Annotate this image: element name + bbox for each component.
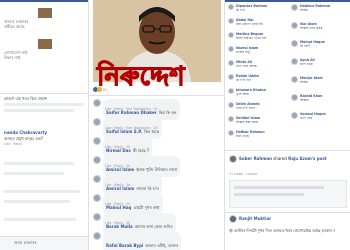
avatar[interactable] [93,118,101,126]
text-placeholder [4,218,76,221]
avatar[interactable] [228,60,234,66]
snippet-text: উদ্ধাৰ নাই [4,55,21,60]
avatar[interactable] [291,112,298,119]
avatar[interactable] [93,194,101,202]
divider [225,150,350,151]
post-text: 😢 আজিৰ দিনটো দুখৰ দিন। অসমত খবৰ নোপোৱাকৈ… [229,228,335,233]
comment-actions[interactable]: Like · Reply · 2h [105,221,215,225]
header-bar [0,0,88,2]
comment-actions[interactable]: Like · Reply · 2h [105,164,215,168]
divider [89,95,224,96]
avatar[interactable] [291,22,298,29]
avatar[interactable] [228,18,234,24]
comment-text: কি হল? [300,44,310,48]
avatar[interactable] [93,99,101,107]
post-author[interactable]: Ranjit Muktiar [239,216,339,221]
text-placeholder [234,193,304,196]
comment-text: আল্লাহ ৰক্ষা কৰক [236,120,259,124]
comment-text: ভাল খবৰ আহক [236,64,257,68]
avatar[interactable] [291,4,298,11]
avatar[interactable] [93,175,101,183]
avatar[interactable] [228,88,234,94]
mention-text: অসমৰ প্ৰমুখ মানুহ। চন্দ্ৰ? [4,136,44,141]
avatar[interactable] [291,58,298,65]
divider [225,212,350,213]
share-verb: shared [273,156,287,161]
avatar[interactable] [228,4,234,10]
text-placeholder [234,186,324,189]
share-line: Sober Rahman shared Raju Azam's post [239,156,349,161]
header-bar [225,0,350,2]
bottom-text: অসম চৰকাৰৰ [14,240,37,245]
avatar[interactable] [229,215,237,223]
comment-actions[interactable]: Like · Reply [4,142,44,146]
text-placeholder [4,103,84,106]
comment-text: কিয় কোনো খবৰ নাই [236,22,263,26]
avatar[interactable] [229,155,237,163]
comment-text: ডাক্তৰ বাবু [236,50,250,54]
comment-bubble: Rafal Barak Bypi আমাৰ এটাই, ডাক্তৰ [103,232,182,250]
comment-text: কি হ'ল দাদা [236,78,252,82]
comment-text: চিন্তা হৈছে [236,134,249,138]
comment-text: দুখৰ বিষয় [236,92,249,96]
comment-author[interactable]: Rafal Barak Bypi [106,243,143,248]
comment-text: খবৰ ল'ব লাগে [236,106,256,110]
middle-screenshot-panel: নিৰুদ্দেশ 63 Saifor Rahman Dhaker কিয় কি… [88,0,224,250]
text-placeholder [4,200,70,203]
comment-text: আল্লাহ [300,98,309,102]
left-screenshot-panel: ৰাজ্যৰ চৰকাৰৰ ৰক্ষীয়ে আছে যোগাযোগ নাই উ… [0,0,88,250]
news-thumbnail[interactable] [38,39,52,49]
snippet-text: ৰক্ষীয়ে আছে [4,24,25,29]
avatar[interactable] [291,40,298,47]
comment-text: আমাৰ এটাই, ডাক্তৰ [145,243,179,248]
avatar[interactable] [93,213,101,221]
comment-actions[interactable]: Like · Reply · See Translation · 2h [105,126,215,130]
avatar[interactable] [228,130,234,136]
news-thumbnail[interactable] [38,8,52,18]
comment-text: ভাল হওক [300,62,313,66]
avatar[interactable] [228,46,234,52]
comment-actions[interactable]: Like · Reply · 2h [105,202,215,206]
snippet-text: কাৰণে এই খবৰ কিয় প্ৰকাশ [4,96,48,101]
comment-actions[interactable]: Like · Reply · 2h [105,183,215,187]
share-author[interactable]: Sober Rahman [239,156,272,161]
avatar[interactable] [291,76,298,83]
right-screenshot-panel: Dipankar Barman কি হ'ল Abdul Hai কিয় কোনো … [224,0,350,250]
mention-name[interactable]: nanda Chakravarty [4,130,88,135]
comment-actions[interactable]: Like · Reply · 2h [105,145,215,149]
text-placeholder [4,162,74,165]
text-placeholder [4,190,80,193]
avatar[interactable] [228,32,234,38]
shared-post-preview[interactable] [229,180,347,208]
avatar[interactable] [291,94,298,101]
comment-text: ভাল খবৰ [300,116,313,120]
reactions-count[interactable]: 63 [103,88,123,92]
comment-text: আল্লাহ ভাল কৰক [300,26,323,30]
avatar[interactable] [93,156,101,164]
sad-icon [97,87,102,92]
comment-text: আশা কৰিছো পোৱা যাব [236,36,267,40]
comment-text: কি হ'ল [236,8,246,12]
text-placeholder [4,109,74,112]
avatar[interactable] [228,102,234,108]
text-placeholder [4,172,64,175]
avatar[interactable] [93,137,101,145]
divider [0,93,88,94]
comment-text: আমিন [300,80,309,84]
share-target[interactable]: Raju Azam's post [288,156,327,161]
comment-text: আমিন [300,8,309,12]
avatar[interactable] [93,232,101,240]
comment-actions[interactable]: Like · Reply · See Translation · 2h [105,107,215,111]
avatar[interactable] [228,116,234,122]
avatar[interactable] [228,74,234,80]
share-meta: 21 views · Laputa [229,172,258,176]
